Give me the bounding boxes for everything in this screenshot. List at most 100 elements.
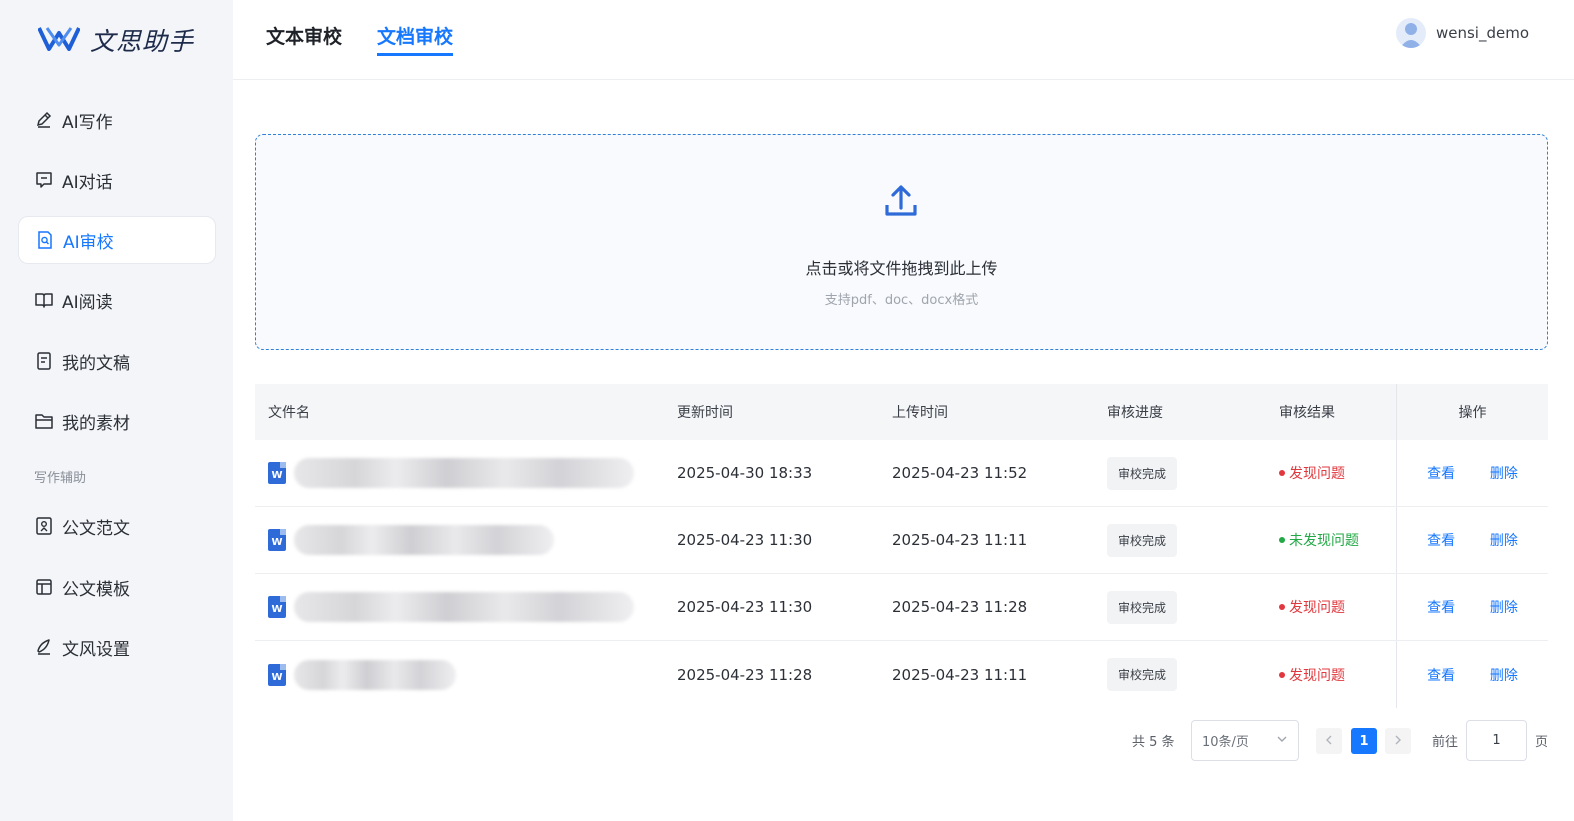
upload-icon (883, 183, 919, 223)
delete-button[interactable]: 删除 (1490, 600, 1518, 616)
updated-time: 2025-04-23 11:30 (677, 531, 813, 549)
sidebar-section-label: 写作辅助 (34, 471, 87, 486)
upload-hint: 支持pdf、doc、docx格式 (824, 293, 979, 308)
page-number-current[interactable]: 1 (1351, 728, 1377, 754)
column-header-progress[interactable]: 审核进度 (1107, 402, 1163, 422)
status-dot (1279, 671, 1285, 678)
sidebar-item-label: AI对话 (62, 172, 113, 193)
username: wensi_demo (1435, 24, 1529, 42)
page-size-value: 10条/页 (1202, 735, 1249, 750)
table-row: W 2025-04-23 11:30 2025-04-23 11:11 审校完成… (255, 507, 1548, 574)
status-dot (1279, 537, 1285, 543)
column-header-filename[interactable]: 文件名 (268, 402, 310, 422)
actions-cell: 查看 删除 (1397, 530, 1548, 550)
actions-cell: 查看 删除 (1397, 665, 1548, 685)
review-result-label: 发现问题 (1289, 466, 1345, 482)
uploaded-time: 2025-04-23 11:52 (892, 464, 1028, 482)
uploaded-time: 2025-04-23 11:11 (892, 665, 1028, 684)
book-icon (35, 291, 53, 309)
review-result: 发现问题 (1279, 463, 1345, 483)
file-name-cell[interactable]: W (268, 525, 554, 555)
column-header-uploaded[interactable]: 上传时间 (892, 402, 948, 422)
tab-document-review[interactable]: 文档审校 (377, 22, 454, 56)
sidebar-item-ai-reading[interactable]: AI阅读 (18, 276, 216, 324)
file-upload-dropzone[interactable]: 点击或将文件拖拽到此上传 支持pdf、doc、docx格式 (255, 134, 1548, 350)
table-row: W 2025-04-30 18:33 2025-04-23 11:52 审校完成… (255, 440, 1548, 507)
page-unit-label: 页 (1535, 735, 1549, 750)
sidebar-item-my-drafts[interactable]: 我的文稿 (18, 337, 216, 385)
review-doc-icon (36, 231, 54, 249)
logo-text: 文思助手 (90, 27, 195, 56)
sidebar-item-ai-writing[interactable]: AI写作 (18, 96, 216, 144)
chevron-down-icon (1276, 733, 1288, 749)
column-header-updated[interactable]: 更新时间 (677, 402, 733, 422)
review-result-label: 未发现问题 (1289, 533, 1359, 549)
view-button[interactable]: 查看 (1427, 600, 1455, 616)
updated-time: 2025-04-30 18:33 (677, 464, 813, 482)
prev-page-button[interactable] (1316, 728, 1342, 754)
view-button[interactable]: 查看 (1427, 466, 1455, 482)
sidebar-item-ai-review[interactable]: AI审校 (18, 216, 216, 264)
redacted-filename (294, 659, 456, 690)
word-file-icon: W (268, 596, 286, 618)
review-result: 未发现问题 (1279, 530, 1359, 550)
document-table: 文件名 更新时间 上传时间 审核进度 审核结果 操作 W 2025-04-30 … (255, 384, 1548, 708)
avatar (1395, 18, 1426, 48)
document-icon (35, 352, 53, 370)
sidebar-item-label: 公文范文 (62, 518, 130, 539)
status-dot (1279, 604, 1285, 610)
delete-button[interactable]: 删除 (1490, 668, 1518, 684)
table-row: W 2025-04-23 11:28 2025-04-23 11:11 审校完成… (255, 641, 1548, 708)
user-menu[interactable]: wensi_demo (1395, 18, 1529, 48)
file-name-cell[interactable]: W (268, 458, 634, 488)
table-header: 文件名 更新时间 上传时间 审核进度 审核结果 操作 (255, 384, 1548, 440)
logo-w-icon (37, 25, 81, 55)
upload-title: 点击或将文件拖拽到此上传 (805, 259, 998, 278)
view-button[interactable]: 查看 (1427, 668, 1455, 684)
chevron-right-icon (1393, 734, 1403, 749)
table-row: W 2025-04-23 11:30 2025-04-23 11:28 审校完成… (255, 574, 1548, 641)
chat-icon (35, 171, 53, 189)
tab-text-review[interactable]: 文本审校 (266, 22, 342, 56)
sidebar-item-my-materials[interactable]: 我的素材 (18, 397, 216, 445)
status-badge: 审校完成 (1107, 456, 1178, 490)
redacted-filename (294, 525, 554, 555)
view-button[interactable]: 查看 (1427, 533, 1455, 549)
sample-doc-icon (35, 517, 53, 535)
word-file-icon: W (268, 529, 286, 551)
review-result: 发现问题 (1279, 597, 1345, 617)
next-page-button[interactable] (1385, 728, 1411, 754)
logo[interactable]: 文思助手 (37, 22, 195, 58)
folder-icon (35, 412, 53, 430)
delete-button[interactable]: 删除 (1490, 533, 1518, 549)
sidebar-item-label: AI审校 (63, 232, 114, 253)
file-name-cell[interactable]: W (268, 592, 634, 622)
sidebar-item-label: AI阅读 (62, 292, 113, 313)
file-name-cell[interactable]: W (268, 659, 456, 690)
updated-time: 2025-04-23 11:28 (677, 665, 813, 684)
pen-icon (35, 111, 53, 129)
status-badge: 审校完成 (1107, 523, 1178, 557)
actions-cell: 查看 删除 (1397, 463, 1548, 483)
word-file-icon: W (268, 663, 286, 686)
updated-time: 2025-04-23 11:30 (677, 598, 813, 616)
style-pen-icon (35, 638, 53, 656)
sidebar-item-style-settings[interactable]: 文风设置 (18, 623, 216, 671)
sidebar-item-label: 文风设置 (62, 639, 130, 660)
column-header-result[interactable]: 审核结果 (1279, 402, 1335, 422)
sidebar-item-ai-chat[interactable]: AI对话 (18, 156, 216, 204)
sidebar-item-sample-docs[interactable]: 公文范文 (18, 502, 216, 550)
sidebar-item-templates[interactable]: 公文模板 (18, 563, 216, 611)
uploaded-time: 2025-04-23 11:11 (892, 531, 1028, 549)
goto-page-input[interactable]: 1 (1466, 720, 1527, 761)
top-header: 文本审校 文档审校 wensi_demo (233, 0, 1574, 80)
word-file-icon: W (268, 462, 286, 484)
redacted-filename (294, 592, 634, 622)
uploaded-time: 2025-04-23 11:28 (892, 598, 1028, 616)
template-icon (35, 578, 53, 596)
status-badge: 审校完成 (1107, 590, 1178, 624)
delete-button[interactable]: 删除 (1490, 466, 1518, 482)
page-size-select[interactable]: 10条/页 (1191, 720, 1299, 761)
sidebar-item-label: 我的素材 (62, 413, 130, 434)
column-header-actions: 操作 (1458, 405, 1487, 421)
